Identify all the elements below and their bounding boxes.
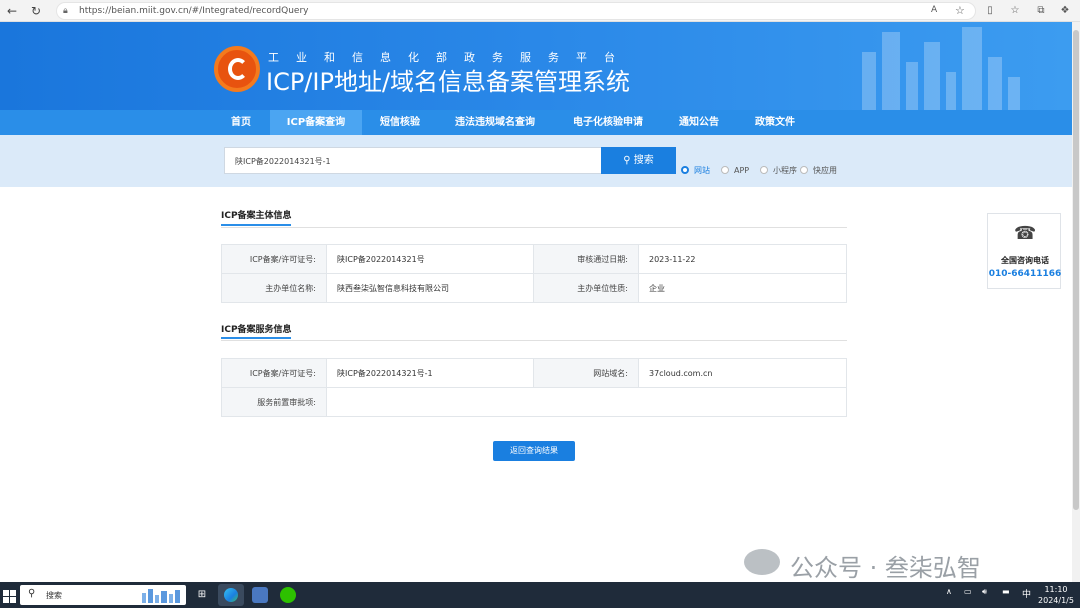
skyline-decoration bbox=[862, 27, 1020, 110]
phone-icon: ☎ bbox=[1014, 223, 1037, 244]
scrollbar-thumb[interactable] bbox=[1073, 30, 1079, 510]
nav-home[interactable]: 首页 bbox=[219, 110, 263, 135]
clock-time[interactable]: 11:10 bbox=[1041, 585, 1071, 594]
browser-toolbar: ← ↻ 🔒︎ https://beian.miit.gov.cn/#/Integ… bbox=[0, 0, 1080, 22]
table-row: 主办单位名称: 陕西叁柒弘智信息科技有限公司 主办单位性质: 企业 bbox=[221, 273, 847, 303]
task-view-icon[interactable]: ⊞ bbox=[194, 587, 210, 603]
search-icon: ⚲ bbox=[28, 588, 36, 599]
value-domain: 37cloud.com.cn bbox=[638, 358, 847, 388]
lock-icon: 🔒︎ bbox=[63, 6, 68, 16]
value-organizer: 陕西叁柒弘智信息科技有限公司 bbox=[326, 273, 534, 303]
value-license: 陕ICP备2022014321号 bbox=[326, 244, 534, 274]
taskbar-search-label: 搜索 bbox=[46, 591, 62, 600]
table-row: ICP备案/许可证号: 陕ICP备2022014321号 审核通过日期: 202… bbox=[221, 244, 847, 274]
favorites-icon[interactable]: ☆ bbox=[1008, 4, 1022, 18]
label-organizer-type: 主办单位性质: bbox=[533, 273, 639, 303]
search-highlight-image bbox=[142, 589, 180, 603]
radio-website[interactable]: 网站 bbox=[681, 166, 710, 176]
site-banner: 工业和信息化部政务服务平台 ICP/IP地址/域名信息备案管理系统 bbox=[0, 22, 1072, 110]
table-row: 服务前置审批项: bbox=[221, 387, 847, 417]
label-license: ICP备案/许可证号: bbox=[221, 244, 327, 274]
split-screen-icon[interactable]: ▯ bbox=[983, 4, 997, 18]
edge-app-icon[interactable] bbox=[218, 584, 244, 606]
ime-indicator[interactable]: 中 bbox=[1022, 587, 1031, 600]
search-button[interactable]: ⚲ 搜索 bbox=[601, 147, 676, 174]
nav-e-verify[interactable]: 电子化核验申请 bbox=[561, 110, 655, 135]
radio-quickapp[interactable]: 快应用 bbox=[800, 166, 837, 176]
back-to-results-button[interactable]: 返回查询结果 bbox=[493, 441, 575, 461]
remote-desktop-icon[interactable] bbox=[252, 587, 268, 603]
clock-date[interactable]: 2024/1/5 bbox=[1036, 596, 1076, 605]
extension-icon[interactable]: ❖ bbox=[1058, 4, 1072, 18]
consult-phone-widget[interactable]: ☎ 全国咨询电话 010-66411166 bbox=[987, 213, 1061, 289]
main-nav: 首页 ICP备案查询 短信核验 违法违规域名查询 电子化核验申请 通知公告 政策… bbox=[0, 110, 1072, 135]
consult-phone: 010-66411166 bbox=[988, 269, 1062, 279]
service-info-table: ICP备案/许可证号: 陕ICP备2022014321号-1 网站域名: 37c… bbox=[221, 358, 847, 417]
label-domain: 网站域名: bbox=[533, 358, 639, 388]
system-title: ICP/IP地址/域名信息备案管理系统 bbox=[266, 68, 631, 96]
value-organizer-type: 企业 bbox=[638, 273, 847, 303]
service-section-title: ICP备案服务信息 bbox=[221, 325, 292, 335]
collections-icon[interactable]: ⧉ bbox=[1034, 4, 1048, 18]
network-icon[interactable]: ▭ bbox=[964, 587, 972, 596]
divider bbox=[221, 340, 847, 341]
windows-start-icon[interactable] bbox=[3, 588, 16, 603]
label-approval-date: 审核通过日期: bbox=[533, 244, 639, 274]
search-icon: ⚲ bbox=[623, 155, 631, 166]
subject-info-table: ICP备案/许可证号: 陕ICP备2022014321号 审核通过日期: 202… bbox=[221, 244, 847, 303]
search-input-value: 陕ICP备2022014321号-1 bbox=[235, 157, 331, 166]
table-row: ICP备案/许可证号: 陕ICP备2022014321号-1 网站域名: 37c… bbox=[221, 358, 847, 388]
search-input[interactable]: 陕ICP备2022014321号-1 bbox=[224, 147, 602, 174]
favorite-star-icon[interactable]: ☆ bbox=[955, 4, 965, 17]
radio-app[interactable]: APP bbox=[721, 166, 749, 176]
section-underline bbox=[221, 224, 291, 226]
value-pre-approval bbox=[326, 387, 847, 417]
url-text: https://beian.miit.gov.cn/#/Integrated/r… bbox=[79, 6, 309, 16]
wechat-app-icon[interactable] bbox=[280, 587, 296, 603]
keyboard-icon[interactable]: ▬ bbox=[1002, 587, 1010, 596]
nav-sms-verify[interactable]: 短信核验 bbox=[368, 110, 432, 135]
miit-logo bbox=[214, 46, 260, 92]
radio-miniprogram[interactable]: 小程序 bbox=[760, 166, 797, 176]
value-service-license: 陕ICP备2022014321号-1 bbox=[326, 358, 534, 388]
section-underline bbox=[221, 337, 291, 339]
search-band: 陕ICP备2022014321号-1 ⚲ 搜索 网站 APP 小程序 快应用 bbox=[0, 135, 1072, 187]
tray-chevron-icon[interactable]: ∧ bbox=[946, 587, 952, 596]
watermark-text: 公众号 · 叁柒弘智 bbox=[790, 554, 981, 582]
nav-policy[interactable]: 政策文件 bbox=[743, 110, 807, 135]
divider bbox=[221, 227, 847, 228]
taskbar-search[interactable]: ⚲ 搜索 bbox=[20, 585, 186, 605]
nav-notices[interactable]: 通知公告 bbox=[667, 110, 731, 135]
label-pre-approval: 服务前置审批项: bbox=[221, 387, 327, 417]
refresh-icon[interactable]: ↻ bbox=[28, 3, 44, 19]
nav-illegal-domain[interactable]: 违法违规域名查询 bbox=[443, 110, 547, 135]
value-approval-date: 2023-11-22 bbox=[638, 244, 847, 274]
nav-icp-query[interactable]: ICP备案查询 bbox=[270, 110, 362, 135]
read-aloud-icon[interactable]: A bbox=[931, 5, 937, 15]
address-bar[interactable]: 🔒︎ https://beian.miit.gov.cn/#/Integrate… bbox=[56, 2, 976, 20]
search-button-label: 搜索 bbox=[633, 155, 654, 166]
label-organizer: 主办单位名称: bbox=[221, 273, 327, 303]
label-service-license: ICP备案/许可证号: bbox=[221, 358, 327, 388]
volume-icon[interactable]: 🔊︎ bbox=[982, 587, 987, 597]
windows-taskbar: ⚲ 搜索 ⊞ ∧ ▭ 🔊︎ ▬ 中 11:10 2024/1/5 bbox=[0, 582, 1080, 608]
consult-label: 全国咨询电话 bbox=[1001, 256, 1049, 265]
subject-section-title: ICP备案主体信息 bbox=[221, 211, 292, 221]
wechat-watermark-icon bbox=[744, 549, 780, 575]
back-arrow-icon[interactable]: ← bbox=[4, 3, 20, 19]
